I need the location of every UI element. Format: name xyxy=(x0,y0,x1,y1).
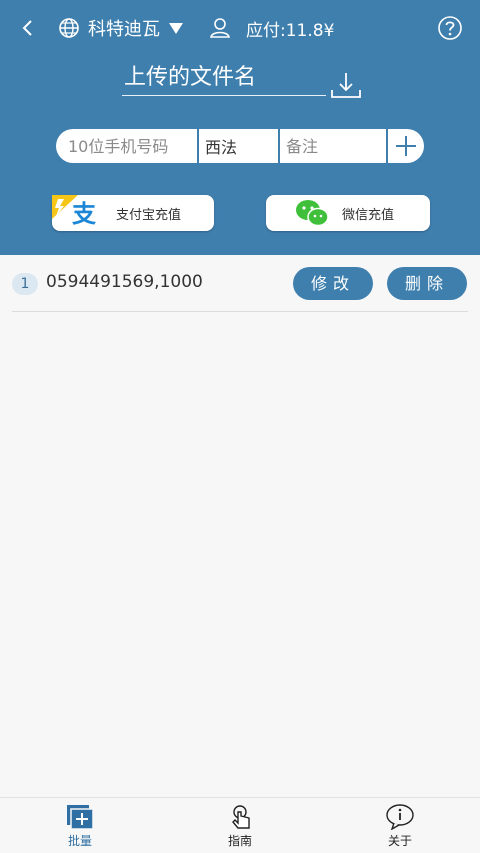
back-button[interactable] xyxy=(14,14,42,42)
item-text: 0594491569,1000 xyxy=(46,272,203,292)
item-index-badge: 1 xyxy=(12,273,38,295)
download-icon xyxy=(331,73,361,98)
wechat-icon xyxy=(294,198,330,228)
phone-input[interactable] xyxy=(56,129,197,163)
header-bar: 科特迪瓦 应付:11.8¥ 上传的文件名 10位手机号码 西法 备注 支 支付宝… xyxy=(0,0,480,255)
tab-batch[interactable]: 批量 xyxy=(40,804,120,850)
tab-guide[interactable]: 指南 xyxy=(200,804,280,850)
payable-info: 应付:11.8¥ xyxy=(208,14,334,42)
add-entry-button[interactable] xyxy=(386,129,424,163)
region-selector[interactable]: 科特迪瓦 xyxy=(58,14,184,42)
alipay-recharge-button[interactable]: 支 支付宝充值 xyxy=(52,195,214,231)
tab-about[interactable]: 关于 xyxy=(360,804,440,850)
globe-icon xyxy=(59,18,79,38)
payable-amount: 应付:11.8¥ xyxy=(246,20,335,41)
entry-list: 1 0594491569,1000 修改 删除 xyxy=(0,255,480,312)
caret-down-icon xyxy=(169,23,183,34)
wechat-label: 微信充值 xyxy=(342,207,395,223)
tab-about-label: 关于 xyxy=(387,834,412,848)
entry-input-row xyxy=(56,129,424,163)
user-icon xyxy=(210,18,230,38)
batch-icon xyxy=(67,805,94,830)
info-icon xyxy=(386,804,414,830)
chevron-left-icon xyxy=(22,20,32,36)
bottom-tab-bar: 批量 指南 关于 xyxy=(0,797,480,853)
plus-icon xyxy=(396,136,416,156)
delete-button[interactable]: 删除 xyxy=(387,267,467,300)
question-icon xyxy=(438,16,462,40)
download-button[interactable] xyxy=(330,70,362,100)
help-button[interactable] xyxy=(436,14,464,42)
alipay-label: 支付宝充值 xyxy=(116,207,182,223)
edit-button[interactable]: 修改 xyxy=(293,267,373,300)
list-item: 1 0594491569,1000 修改 删除 xyxy=(12,255,468,312)
region-label: 科特迪瓦 xyxy=(88,19,160,40)
note-input[interactable] xyxy=(278,129,386,163)
alipay-icon: 支 xyxy=(52,195,108,231)
filename-field[interactable]: 上传的文件名 xyxy=(122,62,326,96)
tab-guide-label: 指南 xyxy=(227,834,252,848)
name-input[interactable] xyxy=(197,129,278,163)
wechat-recharge-button[interactable]: 微信充值 xyxy=(266,195,430,231)
svg-text:支: 支 xyxy=(72,200,97,228)
touch-icon xyxy=(232,805,250,829)
tab-batch-label: 批量 xyxy=(67,834,92,848)
